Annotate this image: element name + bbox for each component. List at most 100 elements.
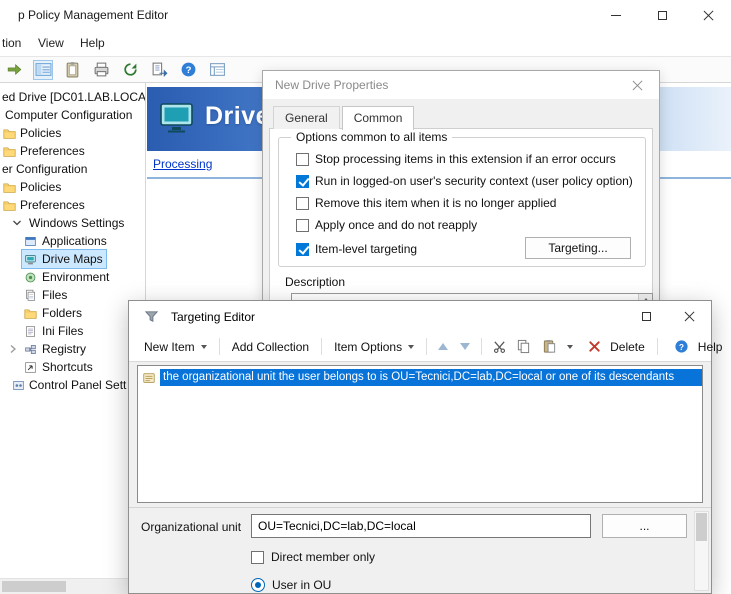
tree-item-registry[interactable]: Registry [0,340,145,358]
scrollbar-thumb[interactable] [2,581,66,592]
item-properties-panel: Organizational unit ... Direct member on… [129,507,711,593]
refresh-icon[interactable] [120,60,140,80]
applications-icon [24,235,37,248]
tab-general[interactable]: General [273,106,340,129]
tree-horizontal-scrollbar[interactable] [0,578,146,594]
dialog-close-button[interactable] [615,71,659,99]
tab-common[interactable]: Common [342,106,415,130]
toolbar-separator [657,338,658,355]
option-row-item-level-targeting: Item-level targeting [296,241,417,257]
tree-item-policies[interactable]: Policies [0,124,145,142]
details-view-icon[interactable] [207,60,227,80]
option-label: Remove this item when it is no longer ap… [315,196,556,210]
ini-files-icon [24,325,37,338]
maximize-button[interactable] [639,0,685,30]
window-titlebar: p Policy Management Editor [0,0,731,30]
targeting-item[interactable]: the organizational unit the user belongs… [138,368,702,387]
menu-item-tion[interactable]: tion [2,36,21,50]
export-list-icon[interactable] [149,60,169,80]
menu-bar: tion View Help [0,30,731,56]
tree-item-er-configuration[interactable]: er Configuration [0,160,145,178]
close-button[interactable] [685,0,731,30]
folders-icon [24,307,37,320]
cut-button[interactable] [490,338,508,356]
drive-maps-icon [24,253,37,266]
delete-x-icon [585,338,603,356]
tree-item-computer-configuration[interactable]: Computer Configuration [0,106,145,124]
tree-item-drive-maps[interactable]: Drive Maps [0,250,145,268]
tree-item-shortcuts[interactable]: Shortcuts [0,358,145,376]
tree-item-control-panel-sett[interactable]: Control Panel Sett [0,376,145,394]
organizational-unit-input[interactable] [251,514,591,538]
folder-icon [3,181,16,194]
menu-item-help[interactable]: Help [80,36,105,50]
checkbox-apply-once-and-do-not-reapply[interactable] [296,219,309,232]
item-options-button[interactable]: Item Options [327,336,421,358]
description-label: Description [285,275,345,289]
clipboard-icon[interactable] [62,60,82,80]
console-tree-toggle-icon[interactable] [33,60,53,80]
paste-button[interactable] [535,336,575,358]
close-icon [684,311,695,322]
maximize-button[interactable] [625,301,668,332]
help-icon[interactable]: ? [178,60,198,80]
chevron-expanded-icon[interactable] [12,218,22,228]
user-in-ou-row: User in OU [251,578,331,592]
tree-item-applications[interactable]: Applications [0,232,145,250]
tree-item-ed-drive-dc01-lab-loca[interactable]: ed Drive [DC01.LAB.LOCA [0,88,145,106]
dialog-title: Targeting Editor [171,310,255,324]
checkbox-item-level-targeting[interactable] [296,243,309,256]
tree-item-preferences[interactable]: Preferences [0,142,145,160]
new-item-button[interactable]: New Item [137,336,214,358]
registry-icon [24,343,37,356]
tree-item-folders[interactable]: Folders [0,304,145,322]
processing-link[interactable]: Processing [153,157,212,171]
tree-item-ini-files[interactable]: Ini Files [0,322,145,340]
maximize-icon [642,312,651,321]
minimize-button[interactable] [593,0,639,30]
svg-text:?: ? [185,65,191,76]
option-row-apply-once-and-do-not-reapply: Apply once and do not reapply [296,217,477,233]
checkbox-remove-this-item-when-it-is-no-longer-applied[interactable] [296,197,309,210]
targeting-items-list[interactable]: the organizational unit the user belongs… [137,365,703,503]
tree-item-policies[interactable]: Policies [0,178,145,196]
chevron-collapsed-icon[interactable] [8,344,18,354]
panel-scrollbar[interactable] [694,511,709,591]
close-button[interactable] [668,301,711,332]
help-button[interactable]: ? Help [663,334,730,360]
help-circle-icon: ? [673,338,691,356]
nav-forward-icon[interactable] [4,60,24,80]
window-controls [593,0,731,30]
files-icon [24,289,37,302]
option-row-run-in-logged-on-user-s-security-context-user-policy-option: Run in logged-on user's security context… [296,173,633,189]
printer-icon[interactable] [91,60,111,80]
tree-item-preferences[interactable]: Preferences [0,196,145,214]
checkbox-stop-processing-items-in-this-extension-if-an-error-occurs[interactable] [296,153,309,166]
menu-item-view[interactable]: View [38,36,64,50]
tab-strip: GeneralCommon [273,106,416,129]
close-icon [632,80,643,91]
option-row-stop-processing-items-in-this-extension-if-an-error-occurs: Stop processing items in this extension … [296,151,616,167]
direct-member-only-row: Direct member only [251,550,375,564]
user-in-ou-radio[interactable] [251,578,265,592]
dialog-titlebar: Targeting Editor [129,301,711,332]
direct-member-only-checkbox[interactable] [251,551,264,564]
scrollbar-thumb[interactable] [696,513,707,541]
folder-icon [3,145,16,158]
new-drive-properties-dialog: New Drive Properties GeneralCommon Optio… [262,70,660,302]
tree-item-windows-settings[interactable]: Windows Settings [0,214,145,232]
move-down-button[interactable] [460,343,470,350]
chevron-down-icon [567,345,573,349]
move-up-button[interactable] [438,343,448,350]
targeting-button[interactable]: Targeting... [525,237,631,259]
checkbox-run-in-logged-on-user-s-security-context-user-policy-option[interactable] [296,175,309,188]
add-collection-button[interactable]: Add Collection [225,336,316,358]
funnel-icon [142,308,160,326]
toolbar-separator [426,338,427,355]
delete-button[interactable]: Delete [575,334,652,360]
copy-button[interactable] [514,338,532,356]
tree-item-files[interactable]: Files [0,286,145,304]
browse-button[interactable]: ... [602,514,687,538]
paste-icon [540,338,558,356]
tree-item-environment[interactable]: Environment [0,268,145,286]
